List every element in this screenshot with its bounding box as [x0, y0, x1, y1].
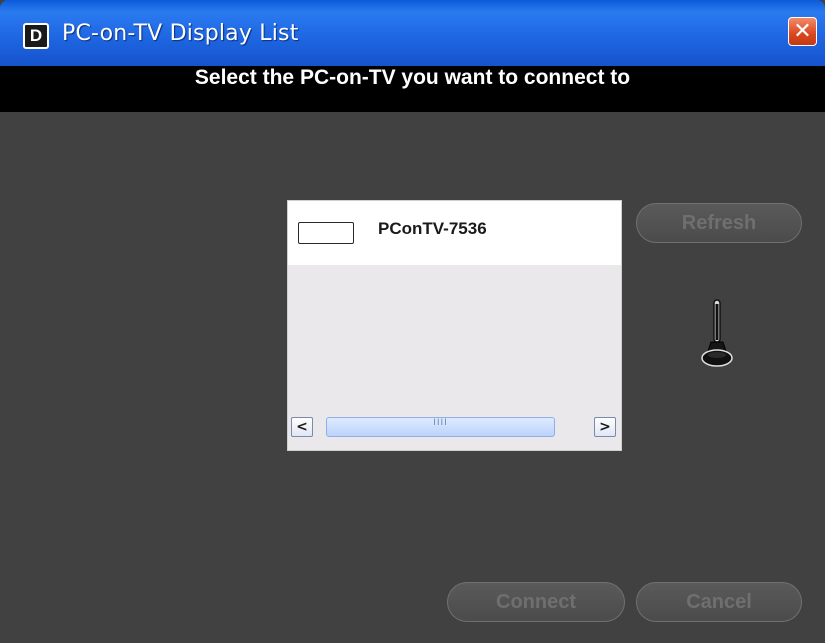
close-button[interactable]: ✕	[788, 17, 817, 46]
instruction-banner: Select the PC-on-TV you want to connect …	[0, 66, 825, 112]
title-bar[interactable]: D PC-on-TV Display List ✕	[0, 0, 825, 66]
instruction-text: Select the PC-on-TV you want to connect …	[194, 66, 631, 89]
grip-icon: IIII	[433, 418, 448, 428]
device-checkbox[interactable]	[298, 222, 354, 244]
connect-button[interactable]: Connect	[447, 582, 625, 622]
pc-on-tv-display-list-window: D PC-on-TV Display List ✕ Select the PC-…	[0, 0, 825, 643]
device-list[interactable]: PConTV-7536 < IIII >	[287, 200, 622, 451]
app-logo-icon: D	[23, 23, 49, 49]
scroll-left-button[interactable]: <	[291, 417, 313, 437]
window-title: PC-on-TV Display List	[62, 21, 299, 46]
signal-probe-icon	[701, 299, 733, 367]
scroll-thumb[interactable]: IIII	[326, 417, 555, 437]
close-icon: ✕	[793, 19, 812, 44]
refresh-button[interactable]: Refresh	[636, 203, 802, 243]
scroll-right-button[interactable]: >	[594, 417, 616, 437]
horizontal-scrollbar[interactable]: < IIII >	[290, 416, 619, 438]
device-name: PConTV-7536	[378, 219, 487, 238]
list-item[interactable]: PConTV-7536	[288, 201, 621, 265]
cancel-button[interactable]: Cancel	[636, 582, 802, 622]
